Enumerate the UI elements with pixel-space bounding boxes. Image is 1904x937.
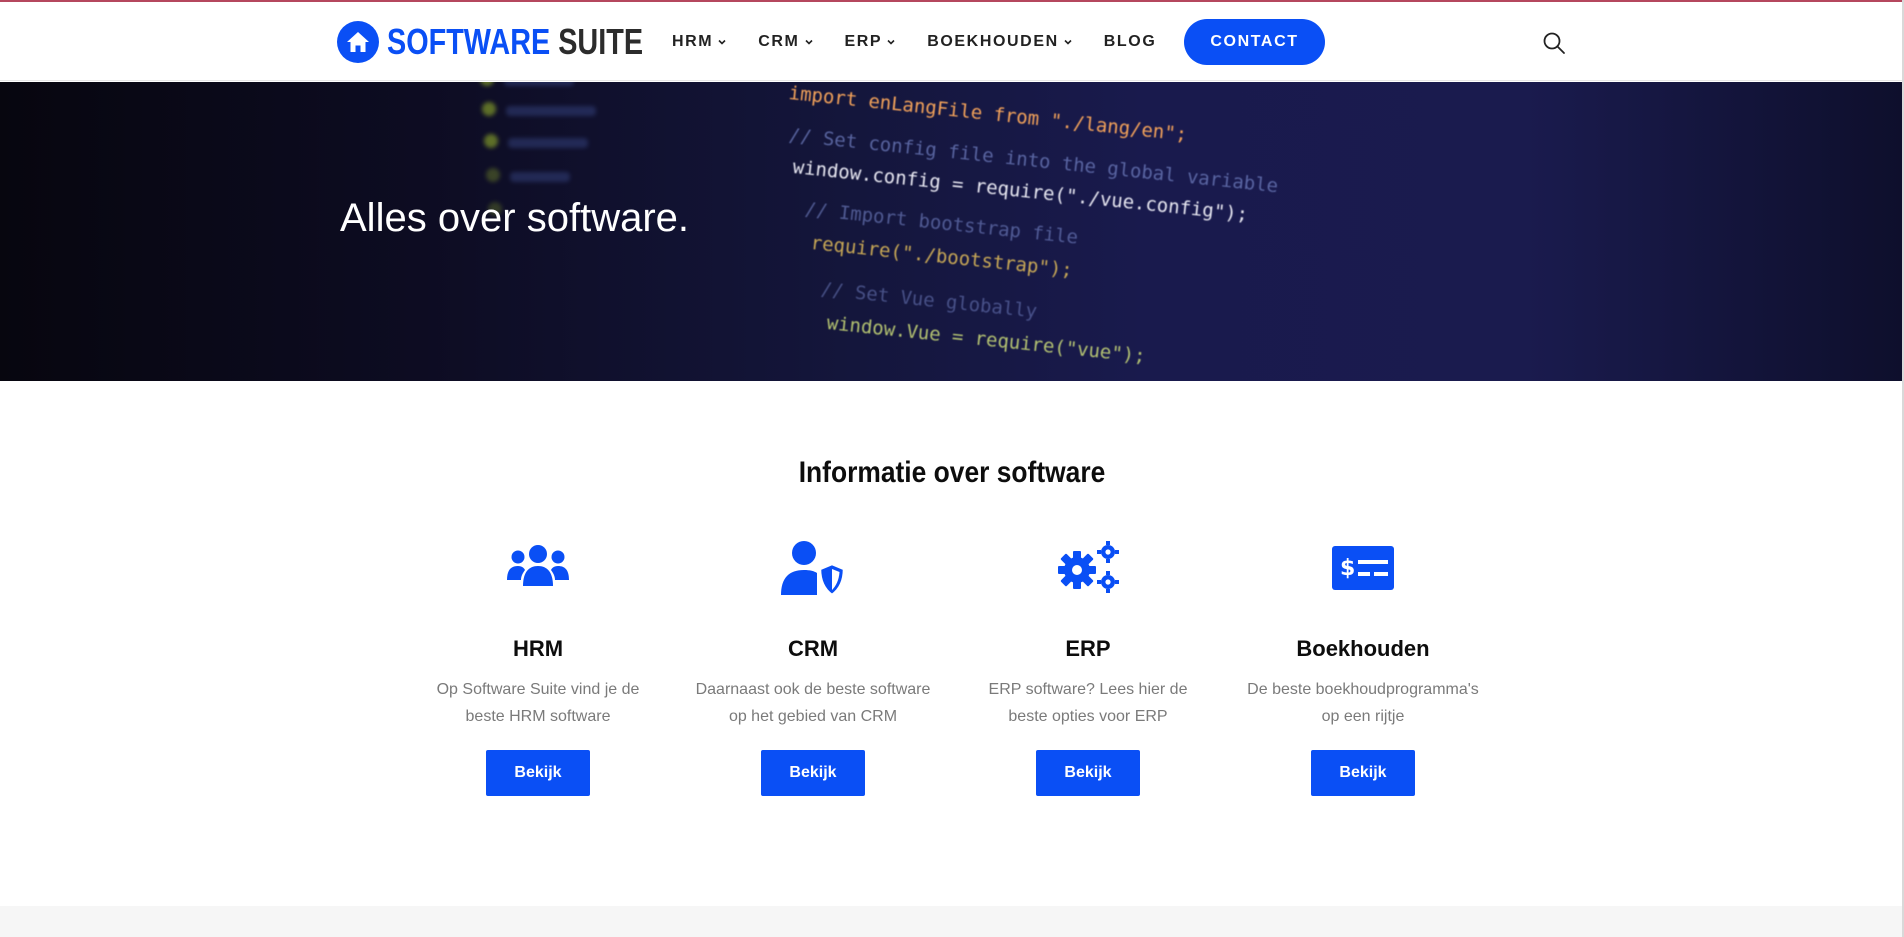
bekijk-button-erp[interactable]: Bekijk	[1036, 750, 1140, 796]
nav-item-label: ERP	[844, 33, 883, 50]
hero-code-line: window.Vue = require("vue");	[825, 312, 1147, 368]
users-icon	[507, 545, 569, 586]
cogs-icon	[1058, 541, 1119, 593]
card-title: ERP	[1065, 636, 1111, 661]
contact-button[interactable]: CONTACT	[1184, 19, 1325, 65]
chevron-down-icon	[804, 39, 813, 45]
chevron-down-icon	[1064, 39, 1072, 45]
logo-word-suite: SUITE	[558, 21, 644, 62]
nav-item-label: BOEKHOUDEN	[927, 33, 1059, 50]
nav-item-label: BLOG	[1103, 33, 1157, 50]
logo-text: SOFTWARE SUITE	[387, 21, 643, 63]
search-icon[interactable]	[1542, 31, 1566, 55]
hero-title: Alles over software.	[340, 196, 690, 240]
nav-item-label: HRM	[672, 33, 714, 50]
main-nav: HRM CRM ERP BOEKHOUDEN BLOG CONTACT	[672, 19, 1325, 65]
card-text: Daarnaast ook de beste software op het g…	[695, 681, 931, 725]
card-title: HRM	[512, 636, 564, 661]
svg-text:$: $	[1340, 556, 1355, 581]
user-shield-icon	[781, 541, 846, 596]
nav-item-boekhouden[interactable]: BOEKHOUDEN	[927, 33, 1072, 51]
nav-item-blog[interactable]: BLOG	[1104, 33, 1157, 51]
chevron-down-icon	[887, 39, 895, 45]
bekijk-button-crm[interactable]: Bekijk	[761, 750, 865, 796]
nav-item-crm[interactable]: CRM	[758, 33, 813, 51]
card-erp: ERP ERP software? Lees hier de beste opt…	[963, 540, 1213, 796]
nav-item-label: CRM	[758, 33, 800, 50]
nav-item-erp[interactable]: ERP	[845, 33, 896, 51]
card-boekhouden: $ Boekhouden De beste boekhoudprogramma'…	[1238, 540, 1488, 796]
home-icon	[337, 21, 379, 63]
card-text: Op Software Suite vind je de beste HRM s…	[436, 681, 640, 725]
chevron-down-icon	[718, 39, 726, 45]
card-title: CRM	[787, 636, 839, 661]
bekijk-button-hrm[interactable]: Bekijk	[486, 750, 590, 796]
section-title: Informatie over software	[798, 456, 1106, 489]
card-text: ERP software? Lees hier de beste opties …	[988, 681, 1188, 725]
card-text: De beste boekhoudprogramma's op een rijt…	[1247, 681, 1479, 725]
footer-band	[0, 906, 1904, 937]
site-header: SOFTWARE SUITE HRM CRM ERP BOEKHOUDEN BL…	[0, 2, 1904, 81]
card-title: Boekhouden	[1296, 636, 1430, 661]
bekijk-button-boekhouden[interactable]: Bekijk	[1311, 750, 1415, 796]
site-logo[interactable]: SOFTWARE SUITE	[337, 20, 707, 64]
logo-word-software: SOFTWARE	[387, 21, 551, 62]
hero-banner: import enLangFile from "./lang/en"; // S…	[0, 82, 1904, 381]
card-hrm: HRM Op Software Suite vind je de beste H…	[413, 540, 663, 796]
money-check-icon: $	[1332, 546, 1394, 590]
nav-item-hrm[interactable]: HRM	[672, 33, 726, 51]
card-crm: CRM Daarnaast ook de beste software op h…	[688, 540, 938, 796]
